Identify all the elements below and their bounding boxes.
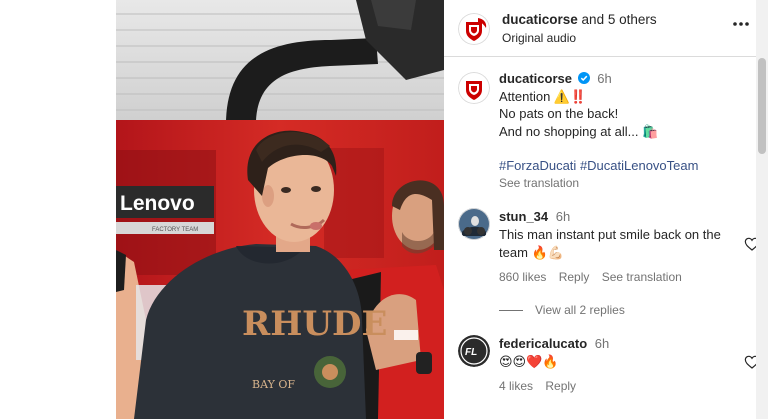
more-horizontal-icon <box>733 22 749 26</box>
more-options-button[interactable] <box>730 15 752 37</box>
view-replies-button[interactable]: View all 2 replies <box>499 303 625 317</box>
comment-time[interactable]: 6h <box>556 209 570 224</box>
comment-meta: 4 likes Reply <box>499 377 734 395</box>
sponsor-sub-text: FACTORY TEAM <box>152 227 198 233</box>
svg-text:FL: FL <box>465 347 477 358</box>
replies-divider <box>499 310 523 312</box>
hoodie-print-text: RHUDE <box>242 304 387 344</box>
view-replies-label[interactable]: View all 2 replies <box>535 303 625 317</box>
user-avatar-image: FL <box>458 335 490 367</box>
scrollbar-thumb[interactable] <box>758 58 766 154</box>
hashtag-ducatilenovoteam[interactable]: #DucatiLenovoTeam <box>580 158 699 173</box>
comment-see-translation[interactable]: See translation <box>602 270 682 284</box>
hoodie-sub-text: BAY OF <box>252 378 295 391</box>
hashtag-forzaducati[interactable]: #ForzaDucati <box>499 158 576 173</box>
caption-see-translation[interactable]: See translation <box>499 175 749 193</box>
caption-line-3: And no shopping at all... 🛍️ <box>499 123 659 139</box>
verified-badge-icon <box>577 72 590 84</box>
caption-avatar[interactable] <box>458 72 490 104</box>
comment-reply-button[interactable]: Reply <box>545 379 576 393</box>
comment-body: stun_34 6h This man instant put smile ba… <box>499 208 734 286</box>
ducati-avatar[interactable] <box>458 13 490 45</box>
comment-reply-button[interactable]: Reply <box>559 270 590 284</box>
post-side-panel: ducaticorse and 5 others Original audio … <box>444 0 760 419</box>
caption-body: ducaticorse 6h Attention ⚠️‼️ No pats on… <box>499 70 749 192</box>
scrollbar[interactable] <box>756 0 768 419</box>
commenter-avatar[interactable] <box>458 208 490 240</box>
comment-username[interactable]: federicalucato <box>499 336 587 351</box>
commenter-avatar[interactable]: FL <box>458 335 490 367</box>
header-others[interactable]: and 5 others <box>582 12 657 27</box>
ducati-logo-icon <box>458 72 490 104</box>
caption-line-1: Attention ⚠️‼️ <box>499 88 587 104</box>
caption-username[interactable]: ducaticorse <box>499 71 572 86</box>
post-header: ducaticorse and 5 others Original audio <box>444 0 756 57</box>
comment-text: 😍😍❤️🔥 <box>499 354 559 369</box>
post-media[interactable]: Lenovo FACTORY TEAM RHUDE BAY OF <box>116 0 444 419</box>
comment-body: federicalucato 6h 😍😍❤️🔥 4 likes Reply <box>499 335 734 395</box>
caption-time[interactable]: 6h <box>597 71 611 86</box>
user-avatar-image <box>458 208 490 240</box>
comment-text: This man instant put smile back on the t… <box>499 227 721 260</box>
comment-meta: 860 likes Reply See translation <box>499 268 734 286</box>
comment-likes[interactable]: 4 likes <box>499 379 533 393</box>
sponsor-logo-text: Lenovo <box>120 192 195 215</box>
audio-label[interactable]: Original audio <box>502 31 576 45</box>
header-accounts[interactable]: ducaticorse and 5 others <box>502 12 657 27</box>
header-username[interactable]: ducaticorse <box>502 12 578 27</box>
page-margin <box>0 0 116 419</box>
comment-username[interactable]: stun_34 <box>499 209 548 224</box>
post-photo: Lenovo FACTORY TEAM RHUDE BAY OF <box>116 0 444 419</box>
comment-likes[interactable]: 860 likes <box>499 270 546 284</box>
ducati-logo-icon <box>458 13 490 45</box>
comment-time[interactable]: 6h <box>595 336 609 351</box>
caption-line-2: No pats on the back! <box>499 106 619 121</box>
